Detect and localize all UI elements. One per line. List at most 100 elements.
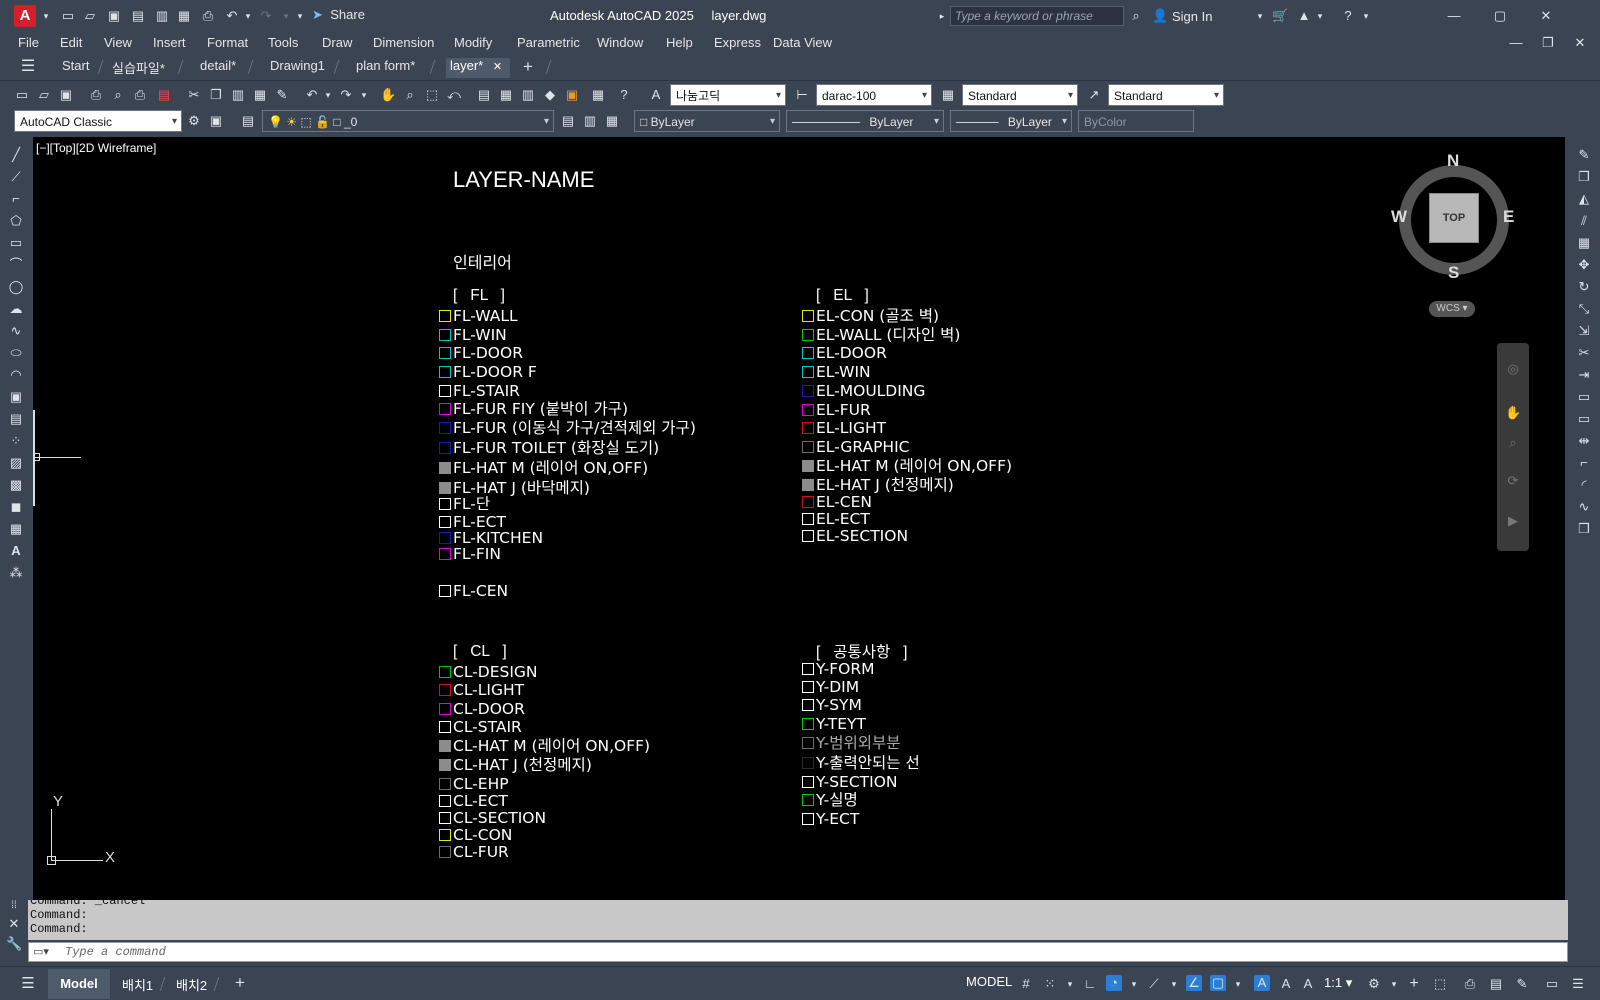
revcloud-icon[interactable]: ☁ <box>8 301 24 317</box>
layer-entry[interactable]: FL-FUR FIY (붙박이 가구) <box>439 400 628 418</box>
drawing-subtitle[interactable]: 인테리어 <box>453 249 512 273</box>
mtext-icon[interactable]: A <box>8 543 24 559</box>
dim-style-select[interactable]: darac-100 ▾ <box>816 84 932 106</box>
erase-icon[interactable]: ✎ <box>1576 147 1592 163</box>
sign-in-button[interactable]: Sign In <box>1172 9 1212 24</box>
ellipse-arc-icon[interactable]: ◠ <box>8 367 24 383</box>
plotstyle-select[interactable]: ByColor ▾ <box>1078 110 1194 132</box>
layer-entry[interactable]: EL-WALL (디자인 벽) <box>802 326 960 344</box>
signin-dropdown-icon[interactable]: ▾ <box>1252 8 1268 24</box>
layer-entry[interactable]: EL-ECT <box>802 510 870 528</box>
extend-icon[interactable]: ⇥ <box>1576 367 1592 383</box>
workspace-switch-icon[interactable]: ⚙ <box>1366 976 1382 992</box>
layer-entry[interactable]: CL-FUR <box>439 843 509 861</box>
new-layout-icon[interactable]: + <box>232 974 248 991</box>
layer-entry[interactable]: Y-TEYT <box>802 715 866 733</box>
showmotion-icon[interactable]: ▶ <box>1505 513 1521 529</box>
menu-view[interactable]: View <box>104 35 132 50</box>
nav-pan-icon[interactable]: ✋ <box>1505 405 1521 421</box>
menu-dimension[interactable]: Dimension <box>373 35 434 50</box>
layer-entry[interactable]: EL-SECTION <box>802 527 908 545</box>
dwf-icon[interactable]: ▤ <box>156 87 172 103</box>
clean-screen-icon[interactable]: ▣ <box>208 113 224 129</box>
help-dropdown-icon[interactable]: ▾ <box>1358 8 1374 24</box>
drawing-title[interactable]: LAYER-NAME <box>453 167 594 193</box>
mleader-style-select[interactable]: Standard ▾ <box>1108 84 1224 106</box>
chamfer-icon[interactable]: ⌐ <box>1576 455 1592 471</box>
hamburger-menu-icon[interactable]: ☰ <box>20 59 36 75</box>
layer-entry[interactable]: FL-DOOR <box>439 344 523 362</box>
menu-data-view[interactable]: Data View <box>773 35 832 50</box>
preview-icon[interactable]: ⌕ <box>110 87 126 103</box>
fillet-icon[interactable]: ◜ <box>1576 477 1592 493</box>
text-style-icon[interactable]: A <box>648 87 664 103</box>
paste-icon[interactable]: ▥ <box>230 87 246 103</box>
isodraft-dropdown-icon[interactable]: ▾ <box>1166 976 1182 992</box>
layout-menu-icon[interactable]: ☰ <box>20 976 36 992</box>
wcs-menu[interactable]: WCS ▾ <box>1429 301 1475 317</box>
isolate-objects-icon[interactable]: ✎ <box>1514 976 1530 992</box>
clean-screen-status-icon[interactable]: ▭ <box>1544 976 1560 992</box>
copy-icon[interactable]: ❐ <box>208 87 224 103</box>
layer-entry[interactable]: CL-HAT M (레이어 ON,OFF) <box>439 737 650 755</box>
menu-express[interactable]: Express <box>714 35 761 50</box>
undo-icon[interactable]: ↶ <box>224 8 240 24</box>
pan-icon[interactable]: ✋ <box>380 87 396 103</box>
layer-entry[interactable]: EL-HAT J (천정메지) <box>802 476 954 494</box>
tab-layout1[interactable]: 배치1 <box>122 975 153 994</box>
matchprop-icon[interactable]: ▦ <box>252 87 268 103</box>
circle-icon[interactable]: ◯ <box>8 279 24 295</box>
layer-entry[interactable]: EL-HAT M (레이어 ON,OFF) <box>802 457 1012 475</box>
doc-restore-icon[interactable]: ❐ <box>1540 35 1556 51</box>
layer-entry[interactable]: EL-FUR <box>802 401 871 419</box>
layer-entry[interactable]: Y-범위외부분 <box>802 734 901 752</box>
point-icon[interactable]: ⁘ <box>8 433 24 449</box>
layer-previous-icon[interactable]: ▥ <box>582 113 598 129</box>
search-icon[interactable]: ⌕ <box>1128 8 1144 24</box>
layer-entry[interactable]: CL-DOOR <box>439 700 525 718</box>
explode-icon[interactable]: ❒ <box>1576 521 1592 537</box>
workspace-select[interactable]: AutoCAD Classic ▾ <box>14 110 182 132</box>
linetype-select[interactable]: ──────── ByLayer ▾ <box>786 110 944 132</box>
cart-icon[interactable]: 🛒 <box>1272 8 1288 24</box>
menu-draw[interactable]: Draw <box>322 35 352 50</box>
tb-help-icon[interactable]: ? <box>616 87 632 103</box>
group-header-fl[interactable]: [ FL ] <box>453 287 505 305</box>
isodraft-icon[interactable]: ⟋ <box>1146 976 1162 992</box>
break-at-point-icon[interactable]: ▭ <box>1576 389 1592 405</box>
annotation-scale-icon[interactable]: A <box>1300 976 1316 992</box>
layer-entry[interactable]: FL-FIN <box>439 545 501 563</box>
snap-icon[interactable]: ⁙ <box>1042 976 1058 992</box>
lineweight-select[interactable]: ───── ByLayer ▾ <box>950 110 1072 132</box>
save-as-icon[interactable]: ▤ <box>130 8 146 24</box>
menu-edit[interactable]: Edit <box>60 35 82 50</box>
color-select[interactable]: □ ByLayer ▾ <box>634 110 780 132</box>
line-icon[interactable]: ╱ <box>8 147 24 163</box>
tb-redo-dd-icon[interactable]: ▾ <box>356 87 372 103</box>
doc-minimize-icon[interactable]: — <box>1508 35 1524 51</box>
close-icon[interactable]: ✕ <box>1538 8 1554 24</box>
maximize-icon[interactable]: ▢ <box>1492 8 1508 24</box>
help-icon[interactable]: ? <box>1340 8 1356 24</box>
quickcalc-icon[interactable]: ▦ <box>590 87 606 103</box>
app-dropdown-icon[interactable]: ▾ <box>1312 8 1328 24</box>
join-icon[interactable]: ⇹ <box>1576 433 1592 449</box>
tab-model[interactable]: Model <box>48 969 110 999</box>
trim-icon[interactable]: ✂ <box>1576 345 1592 361</box>
design-center-icon[interactable]: ▦ <box>498 87 514 103</box>
layer-entry[interactable]: EL-MOULDING <box>802 382 925 400</box>
zoom-previous-icon[interactable]: ⤺ <box>446 87 462 103</box>
layer-entry[interactable]: CL-HAT J (천정메지) <box>439 756 592 774</box>
customize-qat-icon[interactable]: ▾ <box>292 8 308 24</box>
layer-entry[interactable]: CL-EHP <box>439 775 509 793</box>
orbit-icon[interactable]: ⟳ <box>1505 473 1521 489</box>
layer-entry[interactable]: Y-DIM <box>802 678 859 696</box>
command-customize-icon[interactable]: 🔧 <box>6 936 22 952</box>
save-web-icon[interactable]: ▦ <box>176 8 192 24</box>
tool-palettes-icon[interactable]: ▥ <box>520 87 536 103</box>
viewcube-top-face[interactable]: TOP <box>1429 193 1479 243</box>
menu-file[interactable]: File <box>18 35 39 50</box>
redo-icon[interactable]: ↷ <box>258 8 274 24</box>
workspace-dropdown-icon[interactable]: ▾ <box>1386 976 1402 992</box>
tb-redo-icon[interactable]: ↷ <box>338 87 354 103</box>
